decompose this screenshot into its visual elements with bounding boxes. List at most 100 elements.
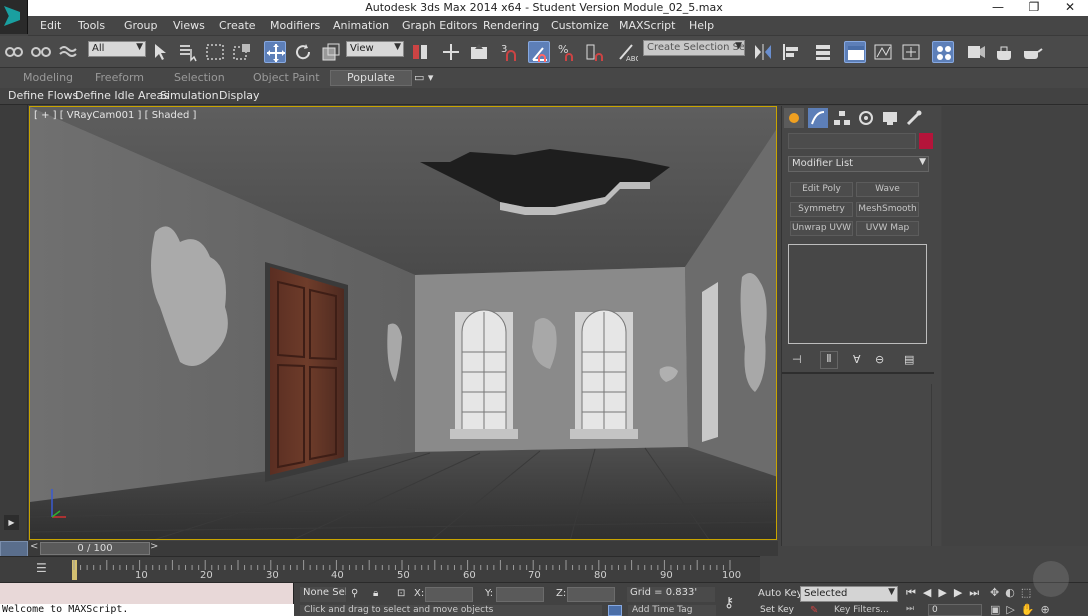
- auto-key-button[interactable]: Auto Key: [758, 588, 803, 599]
- previous-frame-button[interactable]: <: [30, 541, 38, 552]
- menu-maxscript[interactable]: MAXScript: [619, 19, 675, 32]
- menu-group[interactable]: Group: [124, 19, 158, 32]
- viewport-navigation-controls-2[interactable]: ▣▷✋⊕: [990, 603, 1056, 616]
- app-logo-button[interactable]: [0, 0, 28, 34]
- menu-customize[interactable]: Customize: [551, 19, 609, 32]
- keyboard-shortcut-override-icon[interactable]: [468, 41, 490, 63]
- y-coordinate-field[interactable]: [496, 587, 544, 602]
- current-frame-field[interactable]: 0: [928, 604, 982, 616]
- render-production-icon[interactable]: [1021, 41, 1043, 63]
- window-crossing-icon[interactable]: [231, 41, 253, 63]
- edit-named-selection-icon[interactable]: ABC: [616, 41, 640, 63]
- link-icon[interactable]: [3, 41, 25, 63]
- wave-button[interactable]: Wave: [856, 182, 919, 197]
- tab-modeling[interactable]: Modeling: [23, 71, 73, 84]
- maxscript-output[interactable]: Welcome to MAXScript.: [0, 604, 294, 616]
- lock-icon[interactable]: 🔒︎: [373, 588, 378, 599]
- tab-populate[interactable]: Populate: [330, 70, 412, 86]
- meshsmooth-button[interactable]: MeshSmooth: [856, 202, 919, 217]
- key-mode-toggle-icon[interactable]: ⏭: [906, 604, 914, 614]
- menu-edit[interactable]: Edit: [40, 19, 61, 32]
- spinner-snap-icon[interactable]: [584, 41, 606, 63]
- tab-freeform[interactable]: Freeform: [95, 71, 144, 84]
- key-icon[interactable]: ⚷: [724, 595, 734, 611]
- uvw-map-button[interactable]: UVW Map: [856, 221, 919, 236]
- set-key-icon[interactable]: ✎: [810, 605, 818, 616]
- display-button[interactable]: Display: [219, 89, 260, 102]
- unwrap-uvw-button[interactable]: Unwrap UVW: [790, 221, 853, 236]
- key-mode-dropdown[interactable]: Selected ▼: [800, 586, 898, 602]
- absolute-mode-icon[interactable]: ⊡: [397, 588, 405, 599]
- next-frame-button[interactable]: >: [150, 541, 158, 552]
- z-coordinate-field[interactable]: [567, 587, 615, 602]
- menu-tools[interactable]: Tools: [78, 19, 105, 32]
- material-editor-icon[interactable]: [932, 41, 954, 63]
- pin-stack-icon[interactable]: ⊣: [792, 353, 802, 366]
- motion-tab-icon[interactable]: [856, 108, 876, 128]
- rectangular-selection-icon[interactable]: [204, 41, 226, 63]
- tab-selection[interactable]: Selection: [174, 71, 225, 84]
- align-icon[interactable]: [780, 41, 802, 63]
- show-end-result-icon[interactable]: Ⅱ: [820, 351, 838, 369]
- remove-modifier-icon[interactable]: ⊖: [875, 353, 884, 366]
- modifier-list-dropdown[interactable]: Modifier List ▼: [788, 156, 929, 172]
- select-by-name-icon[interactable]: [177, 41, 199, 63]
- select-manipulate-icon[interactable]: [440, 41, 462, 63]
- mirror-icon[interactable]: [752, 41, 774, 63]
- angle-snap-icon[interactable]: [528, 41, 550, 63]
- object-color-swatch[interactable]: [919, 133, 933, 149]
- select-and-move-icon[interactable]: [264, 41, 286, 63]
- schematic-view-icon[interactable]: [900, 41, 922, 63]
- viewport-navigation-controls[interactable]: ✥◐⬚: [990, 586, 1037, 599]
- modify-tab-icon[interactable]: [808, 108, 828, 128]
- key-filters-button[interactable]: Key Filters...: [834, 605, 889, 615]
- pivot-center-icon[interactable]: [409, 41, 431, 63]
- snaps-toggle-icon[interactable]: 3: [499, 41, 521, 63]
- menu-graph-editors[interactable]: Graph Editors: [402, 19, 478, 32]
- curve-editor-mini-icon[interactable]: ☰: [36, 561, 54, 579]
- edit-poly-button[interactable]: Edit Poly: [790, 182, 853, 197]
- modifier-stack[interactable]: [788, 244, 927, 344]
- menu-views[interactable]: Views: [173, 19, 205, 32]
- playback-controls[interactable]: ⏮◀▶▶⏭: [906, 586, 986, 600]
- select-and-scale-icon[interactable]: [320, 41, 342, 63]
- menu-create[interactable]: Create: [219, 19, 256, 32]
- reference-coordinate-dropdown[interactable]: View ▼: [346, 41, 404, 57]
- render-setup-icon[interactable]: [965, 41, 987, 63]
- create-tab-icon[interactable]: [784, 108, 804, 128]
- simulation-button[interactable]: Simulation: [160, 89, 219, 102]
- display-tab-icon[interactable]: [880, 108, 900, 128]
- play-overlay-icon[interactable]: [1033, 561, 1069, 597]
- menu-help[interactable]: Help: [689, 19, 714, 32]
- time-tag-icon[interactable]: [608, 605, 622, 616]
- named-selection-dropdown[interactable]: Create Selection Se ▼: [643, 40, 745, 56]
- tab-object-paint[interactable]: Object Paint: [253, 71, 320, 84]
- menu-animation[interactable]: Animation: [333, 19, 389, 32]
- curve-editor-icon[interactable]: [872, 41, 894, 63]
- rendered-frame-window-icon[interactable]: [993, 41, 1015, 63]
- manage-layers-icon[interactable]: [812, 41, 834, 63]
- restore-button[interactable]: ❐: [1016, 0, 1052, 16]
- maximize-viewport-button[interactable]: ▶: [4, 515, 19, 530]
- select-and-rotate-icon[interactable]: [292, 41, 314, 63]
- scene-explorer-icon[interactable]: [844, 41, 866, 63]
- define-idle-areas-button[interactable]: Define Idle Areas: [75, 89, 169, 102]
- menu-rendering[interactable]: Rendering: [483, 19, 539, 32]
- minimize-button[interactable]: —: [980, 0, 1016, 16]
- utilities-tab-icon[interactable]: [904, 108, 924, 128]
- add-time-tag-button[interactable]: Add Time Tag: [628, 605, 716, 616]
- select-object-icon[interactable]: [150, 41, 172, 63]
- make-unique-icon[interactable]: ∀: [853, 353, 861, 366]
- hierarchy-tab-icon[interactable]: [832, 108, 852, 128]
- menu-modifiers[interactable]: Modifiers: [270, 19, 320, 32]
- define-flows-button[interactable]: Define Flows: [8, 89, 78, 102]
- selection-lock-icon[interactable]: ⚲: [351, 588, 358, 599]
- selection-filter-dropdown[interactable]: All ▼: [88, 41, 146, 57]
- bind-spacewarp-icon[interactable]: [57, 41, 79, 63]
- ribbon-options-icon[interactable]: ▭ ▾: [414, 71, 433, 84]
- symmetry-button[interactable]: Symmetry: [790, 202, 853, 217]
- x-coordinate-field[interactable]: [425, 587, 473, 602]
- unlink-icon[interactable]: [30, 41, 52, 63]
- set-key-button[interactable]: Set Key: [760, 605, 794, 615]
- time-slider-track[interactable]: < 0 / 100 >: [28, 541, 778, 556]
